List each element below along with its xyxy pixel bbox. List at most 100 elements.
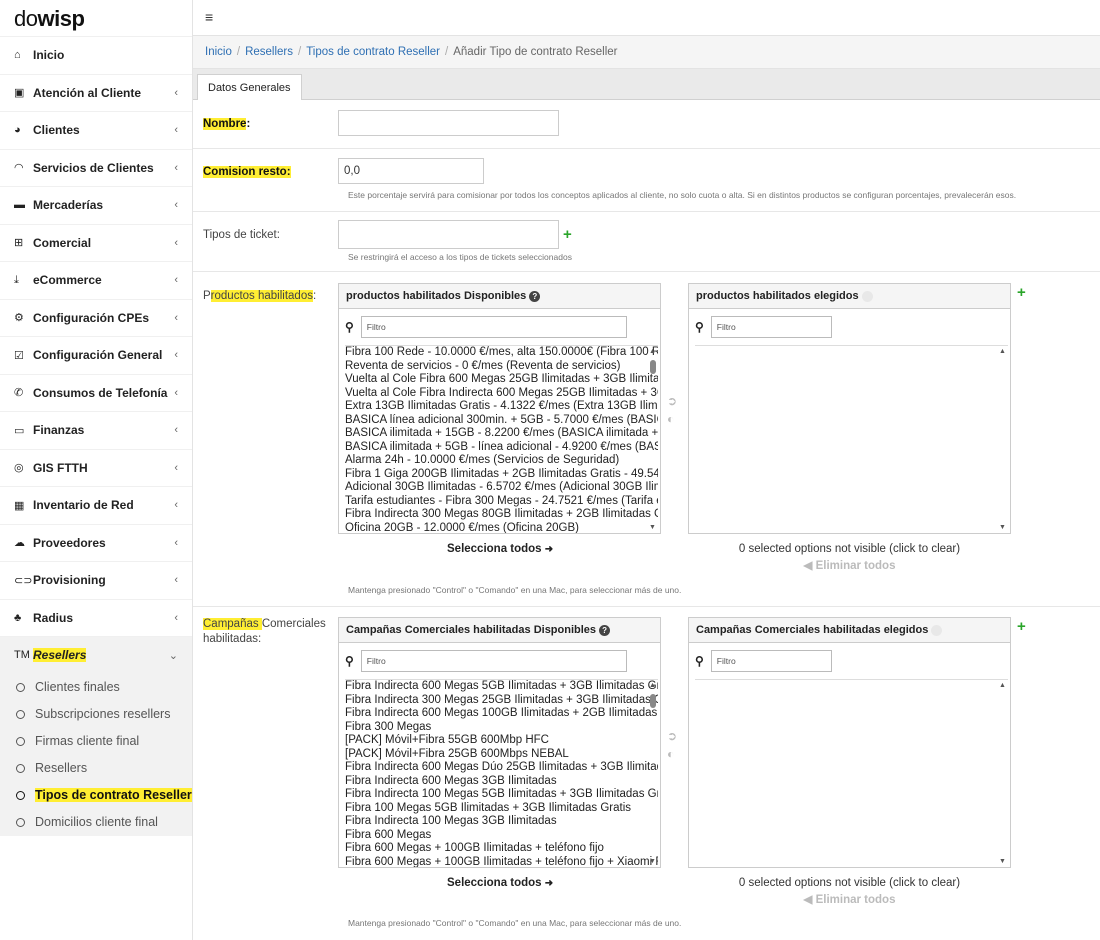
- list-option[interactable]: Oficina 20GB - 12.0000 €/mes (Oficina 20…: [345, 522, 658, 534]
- sidebar-item-configuracion-general[interactable]: ☑ Configuración General ‹: [0, 336, 192, 374]
- list-option[interactable]: Vuelta al Cole Fibra Indirecta 600 Megas…: [345, 387, 658, 401]
- productos-available-scrollbar[interactable]: ▲ ▼: [648, 346, 658, 531]
- sidebar-item-ecommerce[interactable]: ⤓ eCommerce ‹: [0, 261, 192, 299]
- submenu-item[interactable]: Subscripciones resellers: [0, 701, 192, 728]
- campanas-selected-info[interactable]: 0 selected options not visible (click to…: [688, 877, 1011, 889]
- list-option[interactable]: Alarma 24h - 10.0000 €/mes (Servicios de…: [345, 454, 658, 468]
- productos-remove-all-button[interactable]: ◀ Eliminar todos: [688, 558, 1011, 572]
- submenu-item[interactable]: Clientes finales: [0, 674, 192, 701]
- list-option[interactable]: Fibra Indirecta 600 Megas 3GB Ilimitadas: [345, 775, 658, 789]
- productos-select-all-button[interactable]: Selecciona todos ➜: [447, 543, 553, 555]
- sidebar-item-clientes[interactable]: ◕ Clientes ‹: [0, 111, 192, 149]
- sidebar-item-proveedores[interactable]: ☁ Proveedores ‹: [0, 523, 192, 562]
- campanas-available-title-text: Campañas Comerciales habilitadas Disponi…: [346, 624, 597, 636]
- help-question-icon[interactable]: ?: [599, 624, 611, 636]
- productos-chosen-scrollbar[interactable]: ▲ ▼: [998, 346, 1008, 531]
- list-option[interactable]: Fibra Indirecta 600 Megas 100GB Ilimitad…: [345, 707, 658, 721]
- list-option[interactable]: Fibra Indirecta 100 Megas 5GB Ilimitadas…: [345, 788, 658, 802]
- breadcrumb-resellers[interactable]: Resellers: [245, 46, 293, 58]
- hamburger-menu-icon[interactable]: ≡: [205, 9, 213, 25]
- scroll-down-icon[interactable]: ▼: [999, 524, 1006, 531]
- breadcrumb-inicio[interactable]: Inicio: [205, 46, 232, 58]
- submenu-item[interactable]: Resellers: [0, 755, 192, 782]
- sidebar-item-atencion-al-cliente[interactable]: ▣ Atención al Cliente ‹: [0, 73, 192, 112]
- tickets-input[interactable]: [338, 220, 559, 249]
- move-left-icon[interactable]: ◐: [667, 745, 677, 763]
- breadcrumb-tipos-contrato[interactable]: Tipos de contrato Reseller: [306, 46, 440, 58]
- scroll-up-icon[interactable]: ▲: [649, 682, 656, 689]
- scroll-up-icon[interactable]: ▲: [649, 348, 656, 355]
- campanas-chosen-scrollbar[interactable]: ▲ ▼: [998, 680, 1008, 865]
- list-option[interactable]: BÁSICA ilimitada + 5GB - línea adicional…: [345, 441, 658, 455]
- sidebar-item-consumos-de-telefonia[interactable]: ✆ Consumos de Telefonía ‹: [0, 373, 192, 412]
- scroll-down-icon[interactable]: ▼: [649, 524, 656, 531]
- list-option[interactable]: Fibra 600 Megas: [345, 829, 658, 843]
- list-option[interactable]: Fibra 600 Megas + 100GB Ilimitadas + tel…: [345, 842, 658, 856]
- sidebar-item-inventario-de-red[interactable]: ▦ Inventario de Red ‹: [0, 486, 192, 524]
- move-right-icon[interactable]: ➲: [667, 392, 677, 410]
- list-option[interactable]: Fibra Indirecta 600 Megas 5GB Ilimitadas…: [345, 680, 658, 694]
- add-campana-plus-icon[interactable]: +: [1017, 618, 1026, 635]
- sidebar-item-servicios-de-clientes[interactable]: ◠ Servicios de Clientes ‹: [0, 148, 192, 187]
- list-option[interactable]: Tarifa estudiantes - Fibra 300 Megas - 2…: [345, 495, 658, 509]
- campanas-chosen-options[interactable]: [695, 679, 1008, 867]
- sidebar-item-resellers[interactable]: TM Resellers ⌄: [0, 636, 192, 674]
- sidebar-item-mercaderias[interactable]: ▬ Mercaderías ‹: [0, 186, 192, 224]
- list-option[interactable]: Fibra Indirecta 600 Megas Dúo 25GB Ilimi…: [345, 761, 658, 775]
- sidebar-item-comercial[interactable]: ⊞ Comercial ‹: [0, 223, 192, 262]
- productos-selected-info[interactable]: 0 selected options not visible (click to…: [688, 543, 1011, 555]
- comision-input[interactable]: [338, 158, 484, 184]
- nombre-input[interactable]: [338, 110, 559, 136]
- help-question-icon[interactable]: ?: [529, 290, 541, 302]
- move-left-icon[interactable]: ◐: [667, 410, 677, 428]
- campanas-available-scrollbar[interactable]: ▲ ▼: [648, 680, 658, 865]
- move-right-icon[interactable]: ➲: [667, 727, 677, 745]
- list-option[interactable]: Adicional 30GB Ilimitadas - 6.5702 €/mes…: [345, 481, 658, 495]
- list-option[interactable]: Fibra Indirecta 100 Megas 3GB Ilimitadas: [345, 815, 658, 829]
- campanas-available-options[interactable]: Fibra Indirecta 600 Megas 5GB Ilimitadas…: [345, 679, 658, 867]
- productos-chosen-filter-input[interactable]: [710, 316, 832, 338]
- list-option[interactable]: Fibra 100 Rede - 10.0000 €/mes, alta 150…: [345, 346, 658, 360]
- list-option[interactable]: Fibra Indirecta 300 Megas 80GB Ilimitada…: [345, 508, 658, 522]
- list-option[interactable]: Fibra 300 Megas: [345, 721, 658, 735]
- productos-chosen-options[interactable]: [695, 345, 1008, 533]
- sidebar-item-gis-ftth[interactable]: ◎ GIS FTTH ‹: [0, 448, 192, 487]
- list-option[interactable]: [PACK] Móvil+Fibra 55GB 600Mbp HFC: [345, 734, 658, 748]
- list-option[interactable]: [PACK] Móvil+Fibra 25GB 600Mbps NEBAL: [345, 748, 658, 762]
- sidebar-item-inicio[interactable]: ⌂ Inicio: [0, 36, 192, 74]
- campanas-available-filter-input[interactable]: [360, 650, 627, 672]
- help-question-icon[interactable]: [861, 290, 873, 302]
- list-option[interactable]: Extra 13GB Ilimitadas Gratis - 4.1322 €/…: [345, 400, 658, 414]
- sidebar-item-provisioning[interactable]: ⊂⊃ Provisioning ‹: [0, 561, 192, 599]
- scroll-thumb[interactable]: [650, 360, 656, 374]
- campanas-remove-all-button[interactable]: ◀ Eliminar todos: [688, 892, 1011, 906]
- list-option[interactable]: Fibra 1 Giga 200GB Ilimitadas + 2GB Ilim…: [345, 468, 658, 482]
- sidebar-item-finanzas[interactable]: ▭ Finanzas ‹: [0, 411, 192, 449]
- productos-available-filter-input[interactable]: [360, 316, 627, 338]
- submenu-item[interactable]: Tipos de contrato Reseller: [0, 782, 192, 809]
- sidebar-item-radius[interactable]: ♣ Radius ‹: [0, 598, 192, 637]
- scroll-thumb[interactable]: [650, 694, 656, 708]
- list-option[interactable]: Fibra 600 Megas + 100GB Ilimitadas + tel…: [345, 856, 658, 868]
- submenu-item[interactable]: Domicilios cliente final: [0, 809, 192, 836]
- list-option[interactable]: BASICA ilimitada + 15GB - 8.2200 €/mes (…: [345, 427, 658, 441]
- productos-available-options[interactable]: Fibra 100 Rede - 10.0000 €/mes, alta 150…: [345, 345, 658, 533]
- list-option[interactable]: Vuelta al Cole Fibra 600 Megas 25GB Ilim…: [345, 373, 658, 387]
- scroll-down-icon[interactable]: ▼: [999, 858, 1006, 865]
- sidebar-item-configuracion-cpes[interactable]: ⚙ Configuración CPEs ‹: [0, 298, 192, 337]
- submenu-item[interactable]: Firmas cliente final: [0, 728, 192, 755]
- list-option[interactable]: Fibra Indirecta 300 Megas 25GB Ilimitada…: [345, 694, 658, 708]
- campanas-select-all-button[interactable]: Selecciona todos ➜: [447, 877, 553, 889]
- tab-datos-generales[interactable]: Datos Generales: [197, 74, 302, 100]
- scroll-down-icon[interactable]: ▼: [649, 858, 656, 865]
- campanas-chosen-filter-input[interactable]: [710, 650, 832, 672]
- list-option[interactable]: Reventa de servicios - 0 €/mes (Reventa …: [345, 360, 658, 374]
- scroll-up-icon[interactable]: ▲: [999, 348, 1006, 355]
- add-producto-plus-icon[interactable]: +: [1017, 284, 1026, 301]
- list-option[interactable]: BASICA línea adicional 300min. + 5GB - 5…: [345, 414, 658, 428]
- list-option[interactable]: Fibra 100 Megas 5GB Ilimitadas + 3GB Ili…: [345, 802, 658, 816]
- logo[interactable]: dowisp: [0, 0, 192, 36]
- add-ticket-type-plus-icon[interactable]: +: [563, 226, 572, 243]
- help-question-icon[interactable]: [931, 624, 943, 636]
- scroll-up-icon[interactable]: ▲: [999, 682, 1006, 689]
